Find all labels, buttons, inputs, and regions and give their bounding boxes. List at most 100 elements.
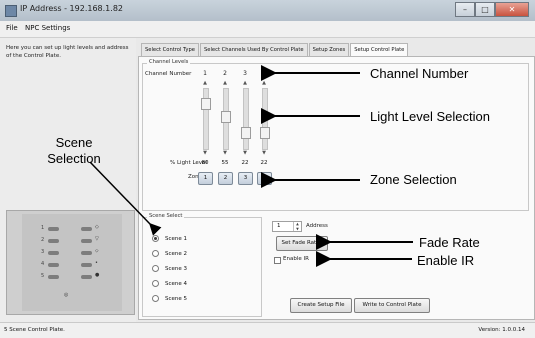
scene-1-option[interactable]: Scene 1 bbox=[152, 235, 187, 242]
slider-thumb-1[interactable] bbox=[201, 98, 211, 110]
status-text: 5 Scene Control Plate. bbox=[4, 327, 65, 333]
channel-number-label: Channel Number bbox=[145, 71, 192, 77]
plate-glyph-ir-sensor-icon: ◎ bbox=[64, 292, 69, 298]
zone-button-1[interactable]: 1 bbox=[198, 172, 213, 185]
callout-light-level-selection: Light Level Selection bbox=[370, 109, 490, 124]
control-plate-preview: 1 2 3 4 5 ◇ ▽ ⬦ • ● ◎ bbox=[6, 210, 135, 315]
radio-selected-icon[interactable] bbox=[152, 235, 159, 242]
scene-4-label: Scene 4 bbox=[165, 280, 188, 287]
light-level-value-3: 22 bbox=[241, 160, 249, 166]
light-level-value-2: 55 bbox=[221, 160, 229, 166]
slider-thumb-2[interactable] bbox=[221, 110, 231, 123]
scene-2-label: Scene 2 bbox=[165, 250, 188, 257]
scene-3-option[interactable]: Scene 3 bbox=[152, 265, 187, 272]
scene-4-option[interactable]: Scene 4 bbox=[152, 280, 187, 287]
plate-function-button-4 bbox=[81, 263, 92, 267]
radio-icon[interactable] bbox=[152, 295, 159, 302]
plate-glyph-small-diamond-icon: ⬦ bbox=[95, 248, 99, 254]
light-level-slider-3[interactable] bbox=[243, 88, 249, 150]
control-plate-face bbox=[22, 214, 122, 311]
callout-enable-ir: Enable IR bbox=[417, 253, 475, 268]
plate-glyph-down-arrow-icon: ▽ bbox=[95, 236, 99, 242]
write-to-control-plate-button[interactable]: Write to Control Plate bbox=[354, 298, 430, 313]
plate-row-label-1: 1 bbox=[41, 225, 45, 231]
channel-levels-label: Channel Levels bbox=[147, 59, 191, 65]
scene-5-option[interactable]: Scene 5 bbox=[152, 295, 187, 302]
title-bar: IP Address - 192.168.1.82 – □ ✕ bbox=[0, 0, 535, 22]
create-setup-file-button[interactable]: Create Setup File bbox=[290, 298, 352, 313]
slider-3-down-icon[interactable]: ▼ bbox=[240, 150, 250, 156]
scene-select-label: Scene Select bbox=[147, 213, 185, 219]
light-level-value-1: 80 bbox=[201, 160, 209, 166]
plate-row-label-4: 4 bbox=[41, 261, 45, 267]
radio-icon[interactable] bbox=[152, 265, 159, 272]
version-text: Version: 1.0.0.14 bbox=[478, 327, 525, 333]
zone-button-4[interactable]: 3 bbox=[257, 172, 272, 185]
slider-4-up-icon[interactable]: ▲ bbox=[259, 80, 269, 86]
plate-row-label-2: 2 bbox=[41, 237, 45, 243]
tab-strip: Select Control Type Select Channels Used… bbox=[141, 43, 409, 57]
enable-ir-checkbox[interactable] bbox=[274, 257, 281, 264]
tab-setup-control-plate[interactable]: Setup Control Plate bbox=[350, 43, 409, 57]
plate-scene-button-4 bbox=[48, 263, 59, 267]
menu-file[interactable]: File bbox=[6, 24, 18, 32]
callout-channel-number: Channel Number bbox=[370, 66, 469, 81]
stepper-arrows-icon[interactable]: ▲ ▼ bbox=[293, 222, 301, 231]
scene-1-label: Scene 1 bbox=[165, 235, 188, 242]
plate-scene-button-2 bbox=[48, 239, 59, 243]
zone-button-2[interactable]: 2 bbox=[218, 172, 233, 185]
minimize-button[interactable]: – bbox=[455, 2, 475, 17]
maximize-button[interactable]: □ bbox=[475, 2, 495, 17]
scene-5-label: Scene 5 bbox=[165, 295, 188, 302]
callout-fade-rate: Fade Rate bbox=[419, 235, 480, 250]
plate-glyph-filled-circle-icon: ● bbox=[95, 272, 100, 278]
slider-3-up-icon[interactable]: ▲ bbox=[240, 80, 250, 86]
radio-icon[interactable] bbox=[152, 250, 159, 257]
tab-setup-zones[interactable]: Setup Zones bbox=[308, 43, 350, 56]
window-controls: – □ ✕ bbox=[455, 2, 529, 17]
plate-glyph-dot-icon: • bbox=[95, 260, 98, 266]
menu-npc-settings[interactable]: NPC Settings bbox=[25, 24, 70, 32]
plate-function-button-3 bbox=[81, 251, 92, 255]
tab-select-channels[interactable]: Select Channels Used By Control Plate bbox=[199, 43, 308, 56]
channel-number-4: 4 bbox=[262, 70, 266, 77]
application-window: IP Address - 192.168.1.82 – □ ✕ File NPC… bbox=[0, 0, 535, 338]
address-stepper[interactable]: 1 ▲ ▼ bbox=[272, 221, 302, 232]
address-value: 1 bbox=[277, 223, 281, 229]
plate-function-button-5 bbox=[81, 275, 92, 279]
channel-number-2: 2 bbox=[223, 70, 227, 77]
callout-scene-selection: Scene Selection bbox=[47, 135, 101, 166]
slider-thumb-4[interactable] bbox=[260, 127, 270, 139]
slider-4-down-icon[interactable]: ▼ bbox=[259, 150, 269, 156]
address-label: Address bbox=[306, 223, 328, 229]
light-level-value-4: 22 bbox=[260, 160, 268, 166]
plate-function-button-1 bbox=[81, 227, 92, 231]
app-icon bbox=[5, 5, 17, 17]
channel-number-1: 1 bbox=[203, 70, 207, 77]
channel-number-3: 3 bbox=[243, 70, 247, 77]
plate-row-label-3: 3 bbox=[41, 249, 45, 255]
set-fade-rates-button[interactable]: Set Fade Rates bbox=[276, 236, 328, 251]
scene-select-group: Scene Select Scene 1 Scene 2 Scene 3 Sce… bbox=[142, 213, 262, 317]
close-button[interactable]: ✕ bbox=[495, 2, 529, 17]
scene-2-option[interactable]: Scene 2 bbox=[152, 250, 187, 257]
slider-1-up-icon[interactable]: ▲ bbox=[200, 80, 210, 86]
plate-function-button-2 bbox=[81, 239, 92, 243]
enable-ir-label: Enable IR bbox=[283, 256, 309, 262]
radio-icon[interactable] bbox=[152, 280, 159, 287]
slider-2-down-icon[interactable]: ▼ bbox=[220, 150, 230, 156]
light-level-slider-4[interactable] bbox=[262, 88, 268, 150]
plate-glyph-diamond-icon: ◇ bbox=[95, 224, 99, 230]
menu-bar: File NPC Settings bbox=[0, 21, 535, 38]
plate-scene-button-3 bbox=[48, 251, 59, 255]
window-title: IP Address - 192.168.1.82 bbox=[20, 4, 123, 13]
slider-2-up-icon[interactable]: ▲ bbox=[220, 80, 230, 86]
plate-scene-button-1 bbox=[48, 227, 59, 231]
slider-thumb-3[interactable] bbox=[241, 127, 251, 139]
slider-1-down-icon[interactable]: ▼ bbox=[200, 150, 210, 156]
status-bar: 5 Scene Control Plate. Version: 1.0.0.14 bbox=[0, 322, 535, 338]
tab-select-control-type[interactable]: Select Control Type bbox=[141, 43, 199, 56]
callout-zone-selection: Zone Selection bbox=[370, 172, 457, 187]
plate-row-label-5: 5 bbox=[41, 273, 45, 279]
zone-button-3[interactable]: 3 bbox=[238, 172, 253, 185]
